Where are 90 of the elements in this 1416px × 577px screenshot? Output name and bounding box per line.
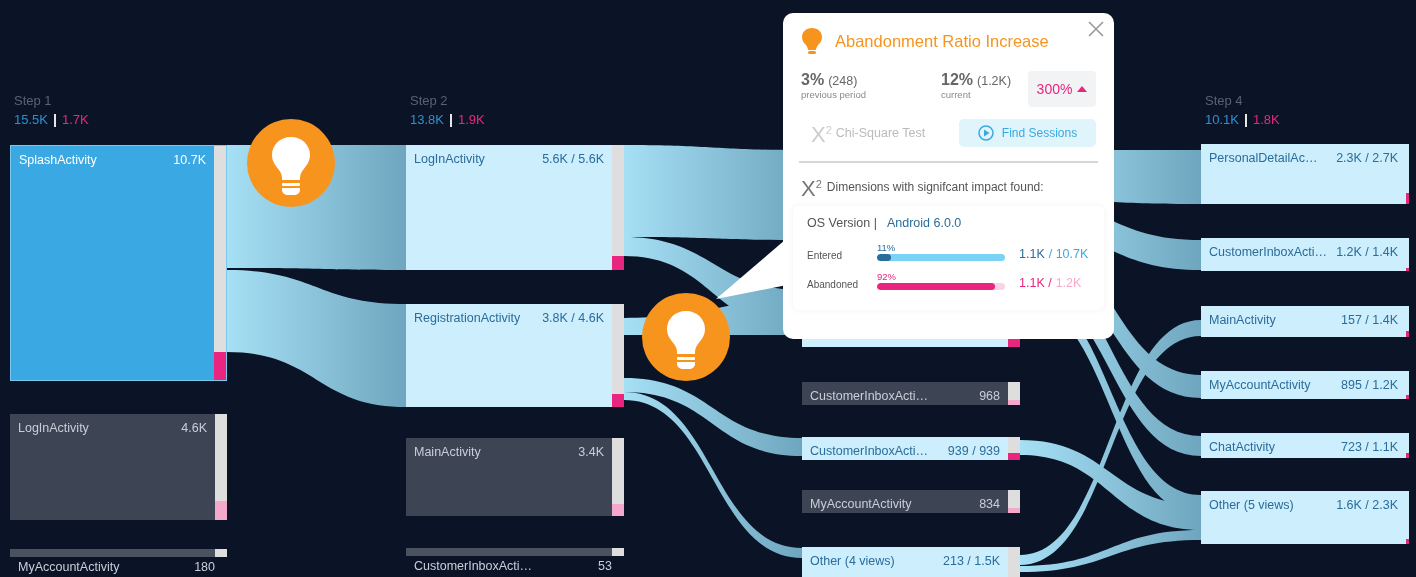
sankey-node[interactable]: CustomerInboxActi… 1.2K / 1.4K — [1201, 238, 1409, 271]
node-label: MainActivity — [414, 445, 481, 460]
popup-title: Abandonment Ratio Increase — [835, 31, 1049, 51]
node-label: Other (5 views) — [1209, 498, 1294, 513]
dropoff-bar — [612, 548, 624, 556]
step-dropoffs: 1.8K — [1253, 112, 1280, 128]
sankey-node[interactable]: LogInActivity 5.6K / 5.6K — [406, 145, 624, 270]
node-count: 157 / 1.4K — [1341, 313, 1398, 328]
node-label: MyAccountActivity — [18, 560, 120, 575]
stat-label: current — [941, 89, 972, 100]
node-label: MyAccountActivity — [1209, 378, 1311, 393]
row-count: 1.1K / — [1019, 276, 1052, 291]
sankey-node[interactable]: MyAccountActivity 895 / 1.2K — [1201, 371, 1409, 399]
percent-label: 92% — [877, 271, 897, 284]
node-count: 939 / 939 — [947, 444, 1000, 459]
sankey-node[interactable]: CustomerInboxActi… 939 / 939 — [802, 437, 1020, 460]
step-dropoffs: 1.7K — [62, 112, 89, 128]
node-label: ChatActivity — [1209, 440, 1275, 455]
node-count: 2.3K / 2.7K — [1336, 151, 1398, 166]
step-title: Step 4 — [1205, 93, 1244, 109]
dropoff-bar — [215, 549, 227, 557]
lightbulb-icon[interactable] — [247, 119, 335, 207]
node-count: 723 / 1.1K — [1341, 440, 1398, 455]
node-count: 968 — [979, 389, 1000, 404]
node-label: CustomerInboxActi… — [414, 559, 533, 574]
stat-label: previous period — [801, 89, 867, 100]
sankey-node[interactable]: MainActivity 3.4K — [406, 438, 624, 516]
sankey-node[interactable]: CustomerInboxActi… 968 — [802, 382, 1020, 405]
sankey-node[interactable]: MyAccountActivity 834 — [802, 490, 1020, 513]
node-count: 53 — [598, 559, 612, 574]
sankey-node[interactable]: ChatActivity 723 / 1.1K — [1201, 433, 1409, 458]
dimension-name: OS Version | — [807, 216, 877, 231]
node-label: CustomerInboxActi… — [1209, 245, 1328, 260]
step-total: 10.1K — [1205, 112, 1239, 128]
sankey-node[interactable]: Other (5 views) 1.6K / 2.3K — [1201, 491, 1409, 544]
node-count: 213 / 1.5K — [943, 554, 1000, 569]
step-title: Step 2 — [410, 93, 449, 109]
sankey-node[interactable]: PersonalDetailAc… 2.3K / 2.7K — [1201, 144, 1409, 204]
node-label: LogInActivity — [414, 152, 485, 167]
row-total: 1.2K — [1055, 276, 1082, 291]
sankey-node[interactable]: Other (4 views) 213 / 1.5K — [802, 547, 1020, 577]
step-total: 13.8K — [410, 112, 444, 128]
dimension-value: Android 6.0.0 — [886, 216, 962, 231]
change-value: 300% — [1036, 81, 1073, 97]
sankey-node[interactable]: LogInActivity 4.6K — [10, 414, 227, 520]
node-label: PersonalDetailAc… — [1209, 151, 1318, 166]
node-count: 5.6K / 5.6K — [542, 152, 604, 167]
lightbulb-icon — [801, 27, 823, 55]
node-label: SplashActivity — [19, 153, 97, 168]
node-count: 895 / 1.2K — [1341, 378, 1398, 393]
node-label: LogInActivity — [18, 421, 89, 436]
step-dropoffs: 1.9K — [458, 112, 485, 128]
test-label: Chi-Square Test — [835, 126, 926, 140]
node-count: 3.8K / 4.6K — [542, 311, 604, 326]
sankey-node[interactable] — [10, 549, 227, 557]
stat-count: (248) — [828, 74, 858, 88]
dimensions-heading: Dimensions with signifcant impact found: — [826, 179, 1044, 194]
close-icon[interactable] — [1088, 21, 1104, 37]
play-icon — [977, 125, 994, 141]
lightbulb-icon[interactable] — [642, 293, 730, 381]
row-total: / 10.7K — [1048, 247, 1089, 262]
node-count: 1.6K / 2.3K — [1336, 498, 1398, 513]
node-label: Other (4 views) — [810, 554, 895, 569]
row-label: Entered — [807, 250, 844, 262]
node-count: 834 — [979, 497, 1000, 512]
node-label: CustomerInboxActi… — [810, 389, 929, 404]
chi-square-symbol: X$^{2}$ — [801, 175, 822, 201]
node-label: MainActivity — [1209, 313, 1276, 328]
step-total: 15.5K — [14, 112, 48, 128]
triangle-up-icon — [1077, 86, 1088, 92]
sankey-node[interactable]: RegistrationActivity 3.8K / 4.6K — [406, 304, 624, 407]
node-count: 1.2K / 1.4K — [1336, 245, 1398, 260]
node-label: MyAccountActivity — [810, 497, 912, 512]
node-label: CustomerInboxActi… — [810, 444, 929, 459]
stat-value: 12% — [941, 71, 974, 89]
dropoff-bar — [1008, 547, 1020, 577]
percent-label: 11% — [877, 242, 897, 255]
step-title: Step 1 — [14, 93, 53, 109]
node-count: 10.7K — [173, 153, 206, 168]
sankey-node[interactable]: SplashActivity 10.7K — [10, 145, 227, 381]
stat-count: (1.2K) — [977, 74, 1012, 88]
sankey-node[interactable]: MainActivity 157 / 1.4K — [1201, 306, 1409, 337]
sankey-node[interactable] — [406, 548, 624, 556]
stat-value: 3% — [801, 71, 825, 89]
row-label: Abandoned — [807, 279, 860, 291]
node-count: 180 — [194, 560, 215, 575]
node-label: RegistrationActivity — [414, 311, 521, 326]
row-count: 1.1K — [1019, 247, 1045, 262]
node-count: 3.4K — [578, 445, 604, 460]
node-count: 4.6K — [181, 421, 207, 436]
